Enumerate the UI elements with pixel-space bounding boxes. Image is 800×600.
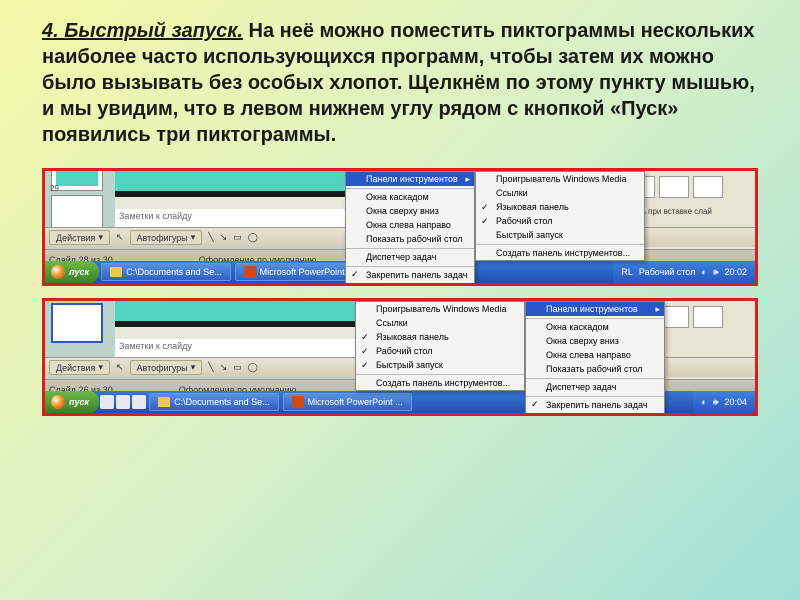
- menu-item[interactable]: Быстрый запуск: [476, 228, 644, 242]
- line-icon[interactable]: ╲: [208, 232, 213, 243]
- slide-thumb: 30: [51, 303, 103, 343]
- folder-icon: [110, 267, 122, 277]
- tray-icon[interactable]: 🕪: [713, 267, 719, 278]
- taskbar-item[interactable]: C:\Documents and Se...: [149, 393, 279, 411]
- start-button[interactable]: пуск: [45, 261, 99, 283]
- menu-item[interactable]: Свойства: [346, 282, 474, 286]
- context-menu-taskbar: Панели инструментов▸ Окна каскадом Окна …: [525, 301, 665, 416]
- folder-icon: [158, 397, 170, 407]
- menu-item[interactable]: Ссылки: [476, 186, 644, 200]
- menu-item[interactable]: ✓Языковая панель: [476, 200, 644, 214]
- menu-item[interactable]: ✓Закрепить панель задач: [346, 266, 474, 282]
- main-text: 4. Быстрый запуск. На неё можно поместит…: [0, 0, 800, 158]
- heading: 4. Быстрый запуск.: [42, 20, 243, 42]
- actions-button[interactable]: Действия ▾: [49, 230, 110, 245]
- menu-item[interactable]: ✓Быстрый запуск: [356, 358, 524, 372]
- menu-item[interactable]: ✓Языковая панель: [356, 330, 524, 344]
- tray-icon[interactable]: ◐: [701, 397, 706, 407]
- screenshot-2: 30 Заметки к слайду Действия ▾ ↖ Автофиг…: [42, 298, 758, 416]
- powerpoint-icon: [292, 396, 304, 408]
- menu-item[interactable]: Показать рабочий стол: [526, 362, 664, 376]
- menu-item[interactable]: Создать панель инструментов...: [476, 244, 644, 260]
- menu-item[interactable]: Окна сверху вниз: [346, 204, 474, 218]
- menu-item[interactable]: Диспетчер задач: [526, 378, 664, 394]
- pointer-icon[interactable]: ↖: [116, 362, 124, 373]
- menu-item[interactable]: Проигрыватель Windows Media: [476, 172, 644, 186]
- submenu-toolbars: Проигрыватель Windows Media Ссылки ✓Язык…: [475, 171, 645, 261]
- clock: 20:02: [724, 267, 747, 277]
- menu-item[interactable]: ✓Закрепить панель задач: [526, 396, 664, 412]
- autoshapes-button[interactable]: Автофигуры ▾: [130, 230, 203, 245]
- menu-item[interactable]: Окна слева направо: [526, 348, 664, 362]
- menu-item[interactable]: Ссылки: [356, 316, 524, 330]
- oval-icon[interactable]: ◯: [248, 232, 258, 243]
- tray-icon[interactable]: 🕪: [713, 397, 719, 408]
- menu-item[interactable]: Создать панель инструментов...: [356, 374, 524, 390]
- menu-item[interactable]: Проигрыватель Windows Media: [356, 302, 524, 316]
- menu-item-toolbars[interactable]: Панели инструментов▸: [346, 172, 474, 186]
- menu-item[interactable]: Окна каскадом: [346, 188, 474, 204]
- menu-item[interactable]: Показать рабочий стол: [346, 232, 474, 246]
- autoshapes-button[interactable]: Автофигуры ▾: [130, 360, 203, 375]
- menu-item[interactable]: Окна слева направо: [346, 218, 474, 232]
- menu-item[interactable]: ✓Рабочий стол: [356, 344, 524, 358]
- rect-icon[interactable]: ▭: [233, 232, 242, 243]
- powerpoint-icon: [244, 266, 256, 278]
- clock: 20:04: [724, 397, 747, 407]
- menu-item[interactable]: ✓Рабочий стол: [476, 214, 644, 228]
- line-icon[interactable]: ╲: [208, 362, 213, 373]
- screenshot-1: 29 Заметки к слайду ✓Показывать при вста…: [42, 168, 758, 286]
- menu-item-toolbars[interactable]: Панели инструментов▸: [526, 302, 664, 316]
- system-tray: ◐ 🕪 20:04: [693, 391, 755, 413]
- taskbar-item[interactable]: C:\Documents and Se...: [101, 263, 231, 281]
- menu-item[interactable]: Диспетчер задач: [346, 248, 474, 264]
- menu-item[interactable]: Окна каскадом: [526, 318, 664, 334]
- menu-item[interactable]: Свойства: [526, 412, 664, 416]
- pointer-icon[interactable]: ↖: [116, 232, 124, 243]
- submenu-toolbars: Проигрыватель Windows Media Ссылки ✓Язык…: [355, 301, 525, 391]
- windows-logo-icon: [51, 395, 65, 409]
- oval-icon[interactable]: ◯: [248, 362, 258, 373]
- quicklaunch-icon[interactable]: [100, 395, 114, 409]
- rect-icon[interactable]: ▭: [233, 362, 242, 373]
- start-button[interactable]: пуск: [45, 391, 99, 413]
- windows-logo-icon: [51, 265, 65, 279]
- actions-button[interactable]: Действия ▾: [49, 360, 110, 375]
- system-tray: RL Рабочий стол ◐ 🕪 20:02: [613, 261, 755, 283]
- menu-item[interactable]: Окна сверху вниз: [526, 334, 664, 348]
- context-menu-taskbar: Панели инструментов▸ Окна каскадом Окна …: [345, 171, 475, 286]
- tray-icon[interactable]: ◐: [701, 267, 706, 277]
- taskbar-item[interactable]: Microsoft PowerPoint ...: [283, 393, 412, 411]
- quicklaunch-icon[interactable]: [132, 395, 146, 409]
- quicklaunch-icon[interactable]: [116, 395, 130, 409]
- arrow-icon[interactable]: ↘: [220, 362, 228, 373]
- arrow-icon[interactable]: ↘: [220, 232, 228, 243]
